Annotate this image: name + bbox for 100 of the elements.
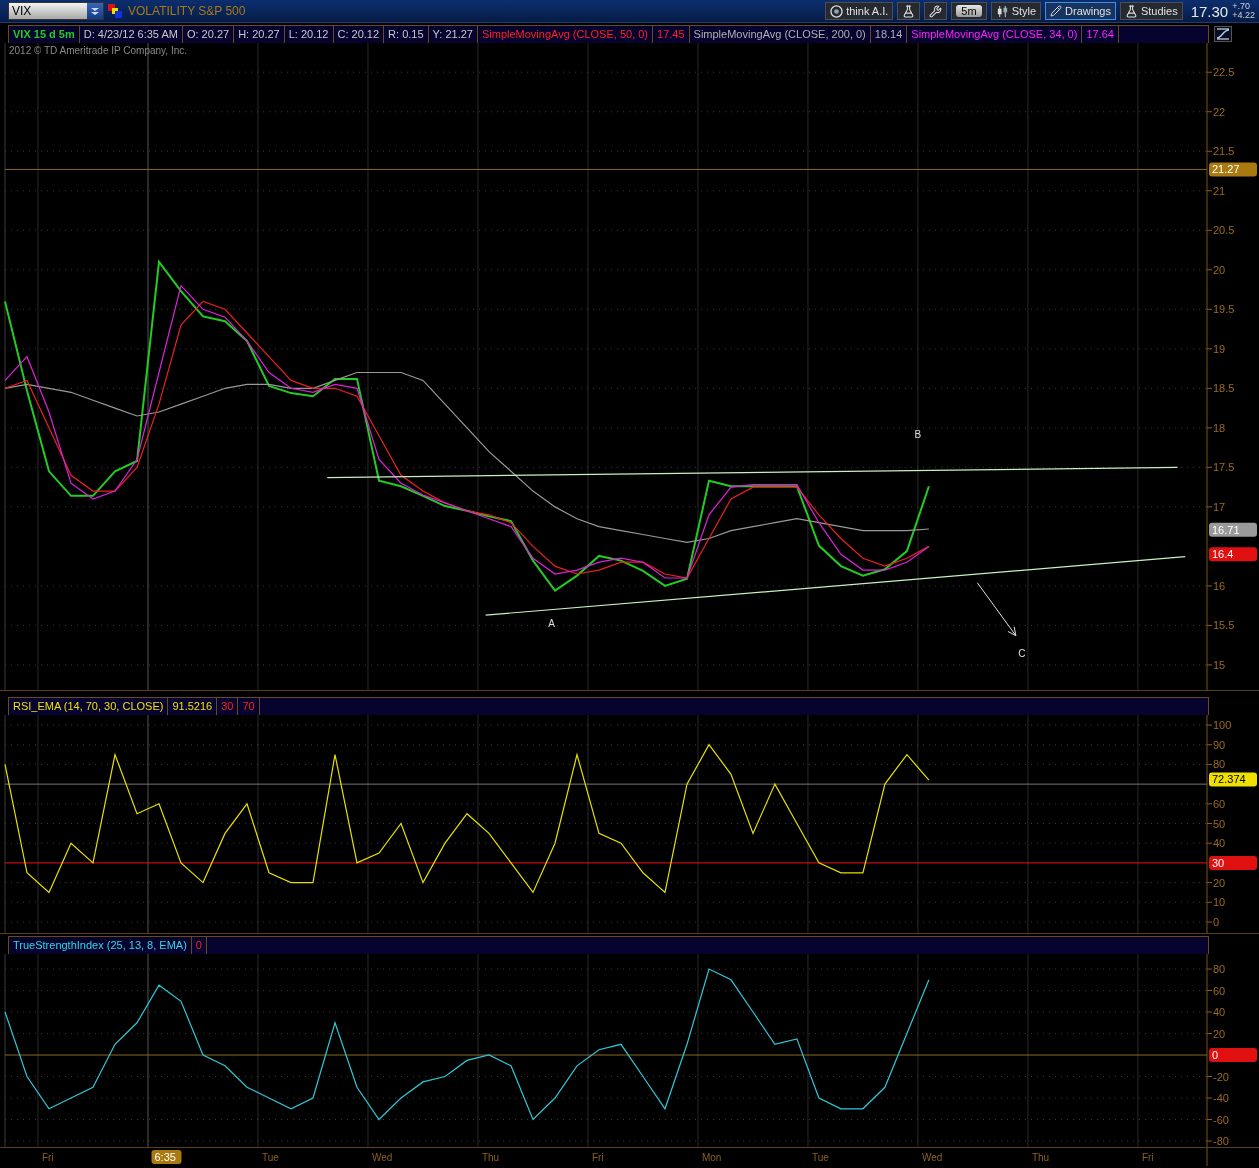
y-tick-label: 20: [1213, 1027, 1226, 1040]
study-label: H: 20.27: [234, 25, 285, 43]
y-tick-label: 21: [1213, 184, 1226, 197]
axis-tick-label: 0: [1206, 916, 1220, 928]
y-tick-label: 40: [1213, 1006, 1226, 1019]
study-label: Y: 21.27: [428, 25, 478, 43]
symbol-description: VOLATILITY S&P 500: [128, 4, 246, 18]
y-tick-label: 50: [1213, 817, 1226, 830]
wave-label: A: [548, 618, 555, 629]
study-label: RSI_EMA (14, 70, 30, CLOSE): [9, 697, 169, 715]
axis-tick-label: 15.5: [1206, 619, 1235, 632]
study-label: 30: [217, 697, 239, 715]
y-tick-label: 20.5: [1213, 224, 1235, 237]
time-axis-label: Tue: [262, 1152, 279, 1163]
axis-tick-label: 100: [1206, 719, 1232, 732]
y-tick-label: 17: [1213, 500, 1226, 513]
value-badge: 72.374: [1209, 772, 1257, 787]
study-label: 0: [191, 936, 207, 954]
wave-label: B: [914, 429, 922, 441]
y-tick-label: 100: [1213, 719, 1232, 732]
y-tick-label: 18: [1213, 421, 1226, 434]
axis-tick-label: 20: [1206, 263, 1226, 276]
time-axis-label: Fri: [591, 1152, 604, 1163]
axis-tick-label: 18: [1206, 421, 1226, 434]
axis-tick-label: 17: [1206, 500, 1226, 513]
y-tick-label: -60: [1213, 1113, 1229, 1126]
time-axis-label: Fri: [1141, 1152, 1154, 1163]
time-axis-label: Fri: [42, 1152, 54, 1163]
y-tick-label: 90: [1213, 738, 1226, 751]
y-tick-label: 20: [1213, 876, 1226, 889]
axis-tick-label: 90: [1206, 738, 1226, 751]
axis-tick-label: 17.5: [1206, 461, 1235, 474]
axis-tick-label: 20: [1206, 1027, 1226, 1040]
study-label: 70: [238, 697, 260, 715]
study-label: 91.5216: [168, 697, 218, 715]
y-tick-label: -20: [1213, 1070, 1229, 1083]
y-tick-label: 60: [1213, 797, 1226, 810]
y-tick-label: 22.5: [1213, 66, 1235, 79]
time-axis-label: Mon: [701, 1152, 722, 1163]
axis-tick-label: -20: [1206, 1070, 1229, 1083]
study-label: 17.45: [653, 25, 690, 43]
study-label: L: 20.12: [284, 25, 334, 43]
axis-tick-label: 22.5: [1206, 66, 1235, 79]
y-tick-label: 15.5: [1213, 619, 1235, 632]
percent-change: +4.22: [1232, 11, 1255, 20]
y-tick-label: 22: [1213, 105, 1226, 118]
study-label: SimpleMovingAvg (CLOSE, 200, 0): [689, 25, 871, 43]
time-axis-label: Thu: [1031, 1152, 1050, 1163]
axis-tick-label: 50: [1206, 817, 1226, 830]
value-badge: 0: [1209, 1048, 1257, 1063]
time-axis-label: Wed: [372, 1152, 393, 1163]
study-label: SimpleMovingAvg (CLOSE, 50, 0): [477, 25, 654, 43]
y-tick-label: 16: [1213, 579, 1226, 592]
y-tick-label: 0: [1213, 915, 1220, 928]
study-label: 17.64: [1082, 25, 1119, 43]
y-tick-label: 19.5: [1213, 303, 1235, 316]
axis-tick-label: 80: [1206, 758, 1226, 771]
y-tick-label: 80: [1213, 758, 1226, 771]
value-badge: 21.27: [1209, 162, 1257, 177]
axis-tick-label: -60: [1206, 1113, 1229, 1126]
axis-tick-label: 16: [1206, 579, 1226, 592]
axis-tick-label: 60: [1206, 797, 1226, 810]
axis-tick-label: 20.5: [1206, 224, 1235, 237]
axis-tick-label: 19: [1206, 342, 1226, 355]
value-badge: 30: [1209, 855, 1257, 870]
copyright-text: 2012 © TD Ameritrade IP Company, Inc.: [9, 45, 187, 56]
ref-line-label: 30: [1212, 856, 1225, 869]
time-axis-label: Tue: [811, 1152, 829, 1163]
axis-tick-label: 10: [1206, 896, 1226, 909]
y-tick-label: 21.5: [1213, 145, 1235, 158]
y-tick-label: 60: [1213, 984, 1226, 997]
axis-tick-label: 60: [1206, 984, 1226, 997]
axis-tick-label: -80: [1206, 1135, 1229, 1147]
y-tick-label: -40: [1213, 1092, 1229, 1105]
axis-tick-label: 19.5: [1206, 303, 1235, 316]
axis-tick-label: 18.5: [1206, 382, 1235, 395]
wave-label: C: [1018, 648, 1026, 659]
study-label: SimpleMovingAvg (CLOSE, 34, 0): [907, 25, 1083, 43]
value-badge: 16.71: [1209, 522, 1257, 537]
time-axis-label: Thu: [481, 1152, 500, 1163]
axis-tick-label: 40: [1206, 837, 1226, 850]
axis-tick-label: 40: [1206, 1006, 1226, 1019]
study-label: 18.14: [870, 25, 908, 43]
study-label: D: 4/23/12 6:35 AM: [79, 25, 183, 43]
y-tick-label: 18.5: [1213, 382, 1235, 395]
axis-tick-label: 22: [1206, 105, 1226, 118]
study-label: O: 20.27: [182, 25, 235, 43]
time-axis-label: Wed: [921, 1152, 943, 1163]
y-tick-label: 15: [1213, 658, 1226, 671]
y-tick-label: 20: [1213, 263, 1226, 276]
axis-tick-label: 21.5: [1206, 145, 1235, 158]
axis-tick-label: 15: [1206, 658, 1226, 671]
net-change: +.70: [1232, 2, 1251, 11]
study-label: C: 20.12: [333, 25, 385, 43]
y-tick-label: 19: [1213, 342, 1226, 355]
last-price: 17.30: [1190, 2, 1229, 20]
axis-tick-label: 80: [1206, 963, 1226, 976]
study-label: R: 0.15: [384, 25, 429, 43]
axis-tick-label: -40: [1206, 1092, 1229, 1104]
value-badge: 16.4: [1209, 547, 1257, 562]
